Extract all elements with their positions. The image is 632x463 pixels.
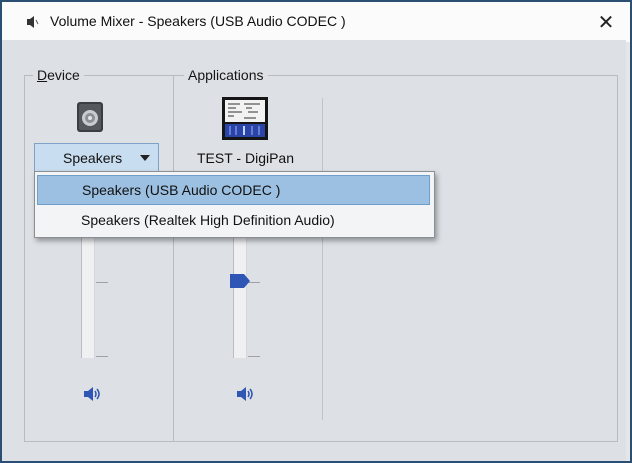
speaker-device-icon[interactable] xyxy=(75,101,105,133)
speaker-icon xyxy=(27,16,39,28)
device-dropdown-list: Speakers (USB Audio CODEC ) Speakers (Re… xyxy=(34,171,435,238)
speaker-volume-icon[interactable] xyxy=(235,386,257,402)
column-separator xyxy=(322,98,323,420)
speaker-volume-icon[interactable] xyxy=(82,386,104,402)
close-button[interactable]: ✕ xyxy=(590,6,622,38)
app-window-icon[interactable] xyxy=(222,97,268,140)
device-dropdown[interactable]: Speakers xyxy=(34,143,159,172)
dropdown-option-realtek[interactable]: Speakers (Realtek High Definition Audio) xyxy=(37,205,430,235)
app-volume-slider[interactable] xyxy=(233,238,247,358)
applications-group-label: Applications xyxy=(184,67,268,83)
app-name-label: TEST - DigiPan xyxy=(197,150,294,166)
device-volume-slider[interactable] xyxy=(81,238,95,358)
title-bar[interactable]: Volume Mixer - Speakers (USB Audio CODEC… xyxy=(2,2,630,42)
app-slider-tick xyxy=(248,356,260,357)
window-title: Volume Mixer - Speakers (USB Audio CODEC… xyxy=(50,13,346,29)
device-slider-tick xyxy=(96,356,108,357)
app-volume-thumb[interactable] xyxy=(230,274,250,288)
device-dropdown-value: Speakers xyxy=(63,149,123,166)
dropdown-option-usb-audio[interactable]: Speakers (USB Audio CODEC ) xyxy=(37,175,430,205)
close-icon: ✕ xyxy=(597,11,615,34)
chevron-down-icon xyxy=(140,155,150,161)
device-group-label: Device xyxy=(33,67,84,83)
device-slider-tick xyxy=(96,282,108,283)
